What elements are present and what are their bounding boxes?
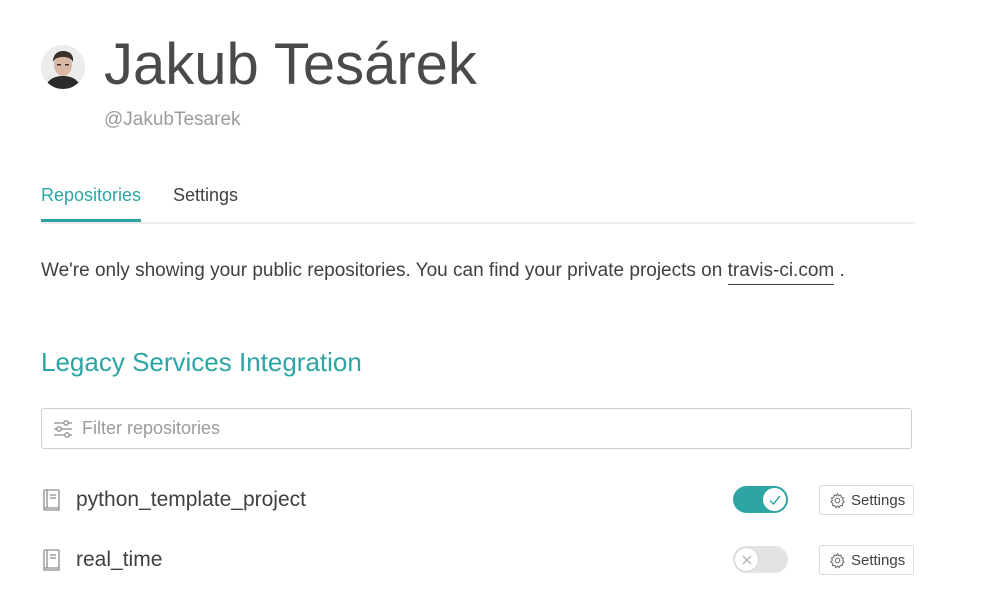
check-icon <box>769 495 781 506</box>
toggle-knob <box>734 547 759 572</box>
toggle-knob <box>762 487 787 512</box>
tab-settings[interactable]: Settings <box>173 183 238 207</box>
profile-login: @JakubTesarek <box>104 109 241 130</box>
settings-button-label: Settings <box>851 492 906 509</box>
gear-icon <box>829 492 846 514</box>
gear-icon <box>829 552 846 574</box>
filter-repositories-input[interactable] <box>82 409 902 448</box>
repo-name[interactable]: real_time <box>76 547 162 573</box>
repository-row: real_time Settings <box>41 540 915 580</box>
section-title: Legacy Services Integration <box>41 347 362 377</box>
filter-box[interactable] <box>41 408 912 449</box>
repo-name[interactable]: python_template_project <box>76 487 306 513</box>
profile-name: Jakub Tesárek <box>104 32 477 97</box>
notice-suffix: . <box>834 260 845 281</box>
profile-tabs: Repositories Settings <box>41 183 915 224</box>
repository-row: python_template_project Settings <box>41 480 915 520</box>
repo-book-icon <box>41 488 63 517</box>
tab-repositories[interactable]: Repositories <box>41 183 142 222</box>
repo-settings-button[interactable]: Settings <box>819 545 914 575</box>
close-icon <box>742 555 752 565</box>
repo-activation-toggle[interactable] <box>733 486 788 513</box>
repo-book-icon <box>41 548 63 577</box>
public-repos-notice: We're only showing your public repositor… <box>41 258 845 285</box>
settings-button-label: Settings <box>851 552 906 569</box>
filter-icon <box>52 418 74 445</box>
travis-ci-com-link[interactable]: travis-ci.com <box>727 260 835 285</box>
notice-text: We're only showing your public repositor… <box>41 260 728 281</box>
avatar <box>41 45 85 89</box>
repo-settings-button[interactable]: Settings <box>819 485 914 515</box>
repo-activation-toggle[interactable] <box>733 546 788 573</box>
